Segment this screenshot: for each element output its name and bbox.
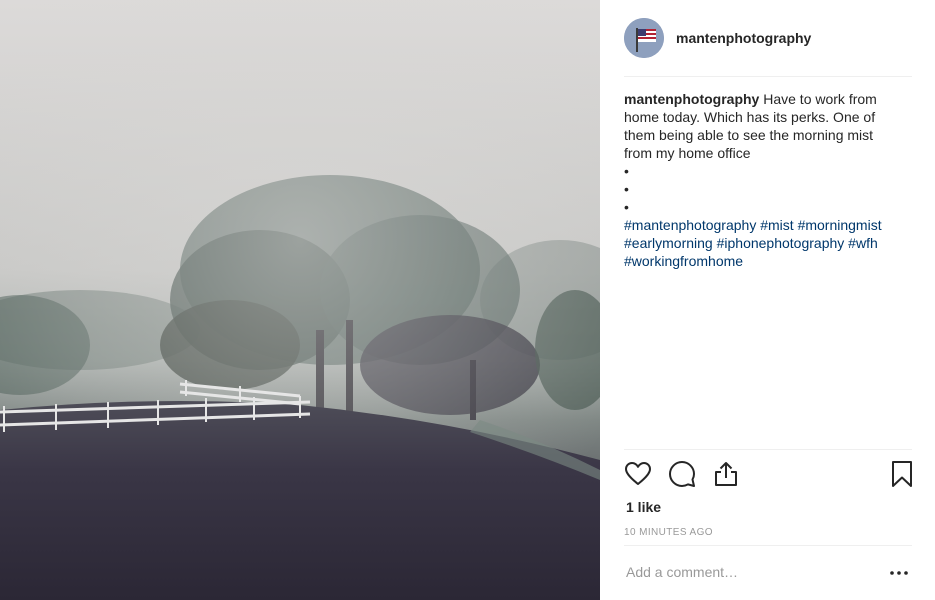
misty-field-image: [0, 0, 600, 600]
comment-row: [624, 556, 912, 590]
post-caption: mantenphotography Have to work from home…: [624, 90, 906, 270]
post-username[interactable]: mantenphotography: [676, 30, 811, 46]
american-flag-avatar-icon: [624, 18, 664, 58]
instagram-post: mantenphotography mantenphotography Have…: [0, 0, 935, 600]
post-timestamp[interactable]: 10 MINUTES AGO: [624, 527, 713, 538]
caption-text-line: from my home office: [624, 145, 751, 161]
hashtag-line: #mantenphotography #mist #morningmist: [624, 216, 906, 234]
hashtag-link[interactable]: #earlymorning: [624, 235, 713, 251]
speech-bubble-icon[interactable]: [668, 460, 696, 488]
comment-input[interactable]: [624, 560, 878, 584]
post-header: mantenphotography: [624, 18, 912, 77]
comment-divider: [624, 545, 912, 546]
like-count[interactable]: 1 like: [626, 499, 661, 515]
caption-username[interactable]: mantenphotography: [624, 91, 759, 107]
hashtag-link[interactable]: #morningmist: [798, 217, 882, 233]
ellipsis-icon[interactable]: [888, 564, 910, 582]
hashtag-link[interactable]: #workingfromhome: [624, 253, 743, 269]
post-side-panel: mantenphotography mantenphotography Have…: [600, 0, 935, 600]
hashtag-line: #earlymorning #iphonephotography #wfh: [624, 234, 906, 252]
heart-icon[interactable]: [624, 460, 652, 488]
hashtag-line: #workingfromhome: [624, 252, 906, 270]
caption-text-line: Have to work from: [763, 91, 877, 107]
hashtag-link[interactable]: #wfh: [848, 235, 878, 251]
caption-bullet: •: [624, 199, 629, 215]
share-icon[interactable]: [712, 460, 740, 488]
caption-bullet: •: [624, 163, 629, 179]
caption-text-line: home today. Which has its perks. One of: [624, 109, 876, 125]
post-actions: [624, 460, 912, 490]
caption-text-line: them being able to see the morning mist: [624, 127, 874, 143]
avatar[interactable]: [624, 18, 664, 58]
hashtag-link[interactable]: #mist: [760, 217, 793, 233]
caption-bullet: •: [624, 181, 629, 197]
hashtag-link[interactable]: #iphonephotography: [717, 235, 845, 251]
bookmark-icon[interactable]: [888, 460, 916, 488]
actions-divider: [624, 449, 912, 450]
post-photo[interactable]: [0, 0, 600, 600]
hashtag-link[interactable]: #mantenphotography: [624, 217, 756, 233]
